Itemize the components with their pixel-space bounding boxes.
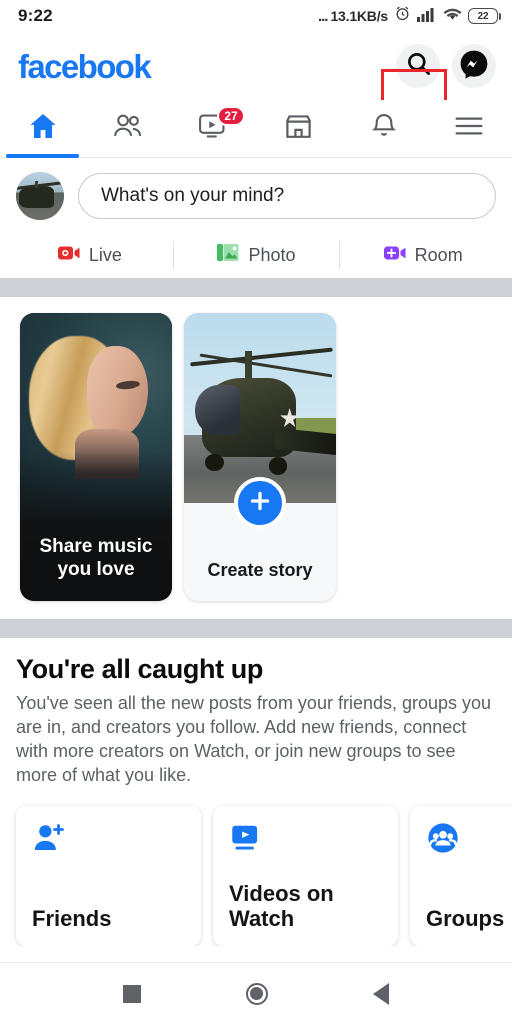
hamburger-menu-icon (453, 113, 485, 144)
stories-tray: Share music you love Create story (0, 297, 512, 619)
composer-quick-actions: Live Photo Room (0, 232, 512, 278)
photo-button[interactable]: Photo (172, 232, 340, 278)
photo-label: Photo (248, 244, 296, 265)
suggestion-cards-row[interactable]: Friends Videos on Watch Groups (0, 798, 512, 946)
nav-tab-marketplace[interactable] (256, 100, 341, 157)
main-navigation-tabs: 27 (0, 100, 512, 158)
create-story-label: Create story (207, 560, 313, 580)
suggestion-card-friends[interactable]: Friends (16, 805, 201, 946)
whats-on-your-mind-input[interactable]: What's on your mind? (78, 173, 496, 219)
battery-indicator: 22 (468, 8, 502, 24)
section-divider-stories (0, 278, 512, 297)
status-bar: 9:22 ... 13.1KB/s 22 (0, 0, 512, 32)
plus-icon (247, 488, 273, 519)
helicopter-cockpit (194, 385, 241, 435)
section-divider-feed (0, 619, 512, 638)
live-button[interactable]: Live (6, 232, 173, 278)
story-music-caption: Share music you love (30, 535, 162, 581)
user-avatar[interactable] (16, 172, 64, 220)
facebook-app-screen: 9:22 ... 13.1KB/s 22 facebook 27 What's … (0, 0, 512, 1024)
bell-icon (369, 111, 399, 146)
nav-tab-notifications[interactable] (341, 100, 426, 157)
alarm-clock-icon (394, 5, 411, 27)
create-story-plus-button[interactable] (234, 477, 286, 530)
status-indicators: ... 13.1KB/s 22 (317, 5, 502, 27)
story-card-share-music[interactable]: Share music you love (20, 313, 172, 601)
story-music-caption-line2: you love (57, 558, 135, 580)
suggestion-card-label: Videos on Watch (229, 881, 334, 932)
room-video-icon (383, 243, 407, 268)
caught-up-body: You've seen all the new posts from your … (16, 693, 492, 785)
post-composer: What's on your mind? (0, 158, 512, 232)
story-music-face (86, 346, 148, 438)
facebook-logo[interactable]: facebook (18, 50, 152, 83)
suggestion-card-videos-on-watch[interactable]: Videos on Watch (213, 805, 398, 946)
caught-up-section: You're all caught up You've seen all the… (0, 638, 512, 798)
nav-tab-friends[interactable] (85, 100, 170, 157)
nav-tab-menu[interactable] (427, 100, 512, 157)
network-speed-label: 13.1KB/s (330, 8, 388, 24)
search-button[interactable] (396, 44, 440, 88)
live-label: Live (88, 244, 122, 265)
watch-badge-count: 27 (217, 106, 245, 126)
live-video-icon (57, 243, 81, 268)
room-label: Room (414, 244, 463, 265)
watch-video-icon (229, 822, 382, 859)
status-ellipsis: ... (317, 7, 328, 25)
search-icon (405, 50, 432, 82)
header-actions (396, 44, 496, 88)
nav-tab-home[interactable] (0, 100, 85, 158)
room-button[interactable]: Room (339, 232, 506, 278)
helicopter-wheel (269, 457, 288, 475)
helicopter-wheel (205, 453, 224, 471)
create-story-photo (184, 313, 336, 504)
cellular-signal-icon (417, 6, 437, 27)
android-navigation-bar (0, 962, 512, 1024)
app-header: facebook (0, 32, 512, 133)
suggestion-card-label: Groups (426, 906, 505, 932)
home-icon (27, 110, 59, 147)
nav-tab-watch[interactable]: 27 (171, 100, 256, 157)
messenger-icon (458, 48, 490, 85)
wifi-icon (443, 6, 462, 26)
messenger-button[interactable] (452, 44, 496, 88)
friends-icon (112, 110, 144, 147)
photo-gallery-icon (216, 242, 240, 268)
suggestion-card-groups[interactable]: Groups (410, 805, 512, 946)
square-recents-icon[interactable] (122, 984, 141, 1003)
add-friend-icon (32, 822, 185, 859)
caught-up-title: You're all caught up (16, 654, 263, 684)
status-time: 9:22 (18, 6, 53, 25)
story-card-create-story[interactable]: Create story (184, 313, 336, 601)
marketplace-store-icon (283, 111, 314, 147)
triangle-back-icon[interactable] (373, 982, 390, 1005)
groups-icon (426, 822, 512, 859)
circle-home-icon[interactable] (245, 982, 268, 1005)
story-music-caption-line1: Share music (39, 535, 153, 557)
suggestion-card-label: Friends (32, 906, 112, 932)
